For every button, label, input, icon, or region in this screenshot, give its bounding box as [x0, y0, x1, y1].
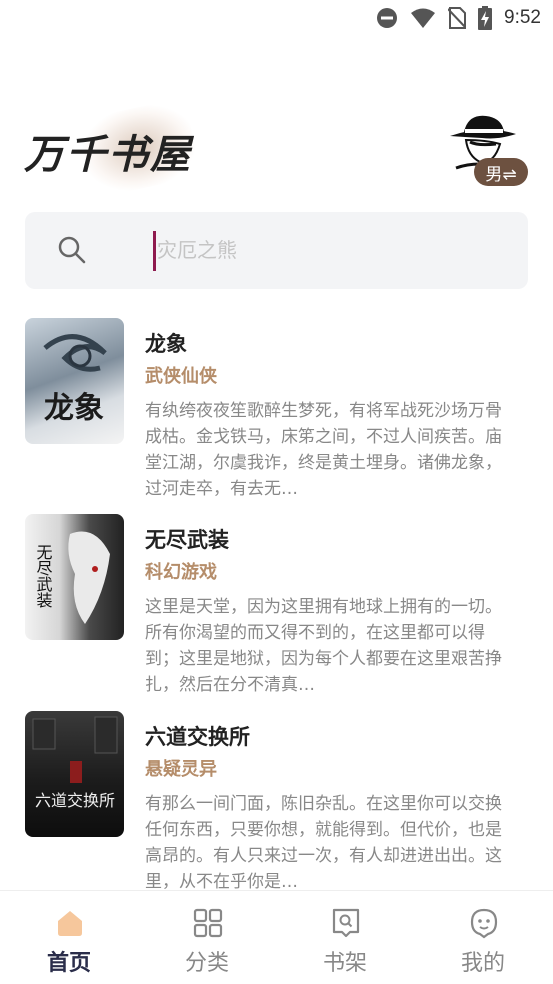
book-item[interactable]: 无尽武装 无尽武装 科幻游戏 这里是天堂，因为这里拥有地球上拥有的一切。所有你渴…: [25, 514, 528, 695]
bottom-tab-bar: 首页 分类 书架 我的: [0, 890, 553, 984]
cover-title: 六道交换所: [35, 791, 115, 810]
tab-bookshelf[interactable]: 书架: [276, 891, 414, 984]
status-bar: 9:52: [0, 0, 553, 40]
tab-label: 我的: [460, 951, 505, 976]
book-genre: 武侠仙侠: [145, 366, 217, 387]
tab-label: 分类: [184, 951, 229, 976]
dragon-illustration: 龙象: [43, 334, 107, 426]
book-item[interactable]: 龙象 龙象 武侠仙侠 有纨绔夜夜笙歌醉生梦死，有将军战死沙场万骨成枯。金戈铁马，…: [25, 318, 528, 499]
cover-title: 无尽武装: [34, 544, 53, 608]
logo-text: 万千书屋: [24, 131, 192, 178]
alley-illustration: 六道交换所: [32, 716, 118, 810]
book-title: 龙象: [145, 332, 187, 356]
category-icon: [193, 908, 223, 938]
warrior-illustration: 无尽武装: [34, 531, 110, 624]
app-logo: 万千书屋: [24, 97, 244, 199]
text-caret: [153, 231, 156, 271]
profile-icon: [470, 908, 498, 939]
book-genre: 悬疑灵异: [145, 759, 217, 780]
no-sim-icon: [448, 7, 467, 29]
book-title: 无尽武装: [145, 528, 229, 552]
book-cover[interactable]: 六道交换所: [25, 711, 124, 837]
book-cover[interactable]: 无尽武装: [25, 514, 124, 640]
cover-title: 龙象: [44, 391, 104, 426]
search-bar[interactable]: [25, 212, 528, 289]
gender-toggle-button[interactable]: 男⇌: [474, 158, 528, 186]
book-genre: 科幻游戏: [145, 562, 217, 583]
book-title: 六道交换所: [145, 725, 250, 749]
search-icon: [58, 236, 86, 264]
book-description: 有那么一间门面，陈旧杂乱。在这里你可以交换任何东西，只要你想，就能得到。但代价，…: [145, 794, 502, 892]
header: 万千书屋 男⇌: [0, 97, 553, 200]
status-icons: 9:52: [376, 6, 541, 30]
book-cover[interactable]: 龙象: [25, 318, 124, 444]
do-not-disturb-icon: [377, 8, 398, 28]
book-description: 有纨绔夜夜笙歌醉生梦死，有将军战死沙场万骨成枯。金戈铁马，床笫之间，不过人间疾苦…: [145, 401, 502, 499]
book-description: 这里是天堂，因为这里拥有地球上拥有的一切。所有你渴望的而又得不到的，在这里都可以…: [145, 597, 502, 695]
search-input[interactable]: [157, 230, 497, 270]
wifi-icon: [411, 8, 436, 28]
tab-home[interactable]: 首页: [0, 891, 138, 984]
tab-profile[interactable]: 我的: [414, 891, 552, 984]
status-time: 9:52: [504, 7, 541, 28]
tab-category[interactable]: 分类: [138, 891, 276, 984]
bookshelf-icon: [332, 908, 360, 938]
book-item[interactable]: 六道交换所 六道交换所 悬疑灵异 有那么一间门面，陈旧杂乱。在这里你可以交换任何…: [25, 711, 528, 892]
tab-label: 首页: [46, 951, 91, 976]
battery-charging-icon: [478, 6, 493, 30]
home-icon: [58, 911, 82, 936]
tab-label: 书架: [322, 951, 367, 976]
